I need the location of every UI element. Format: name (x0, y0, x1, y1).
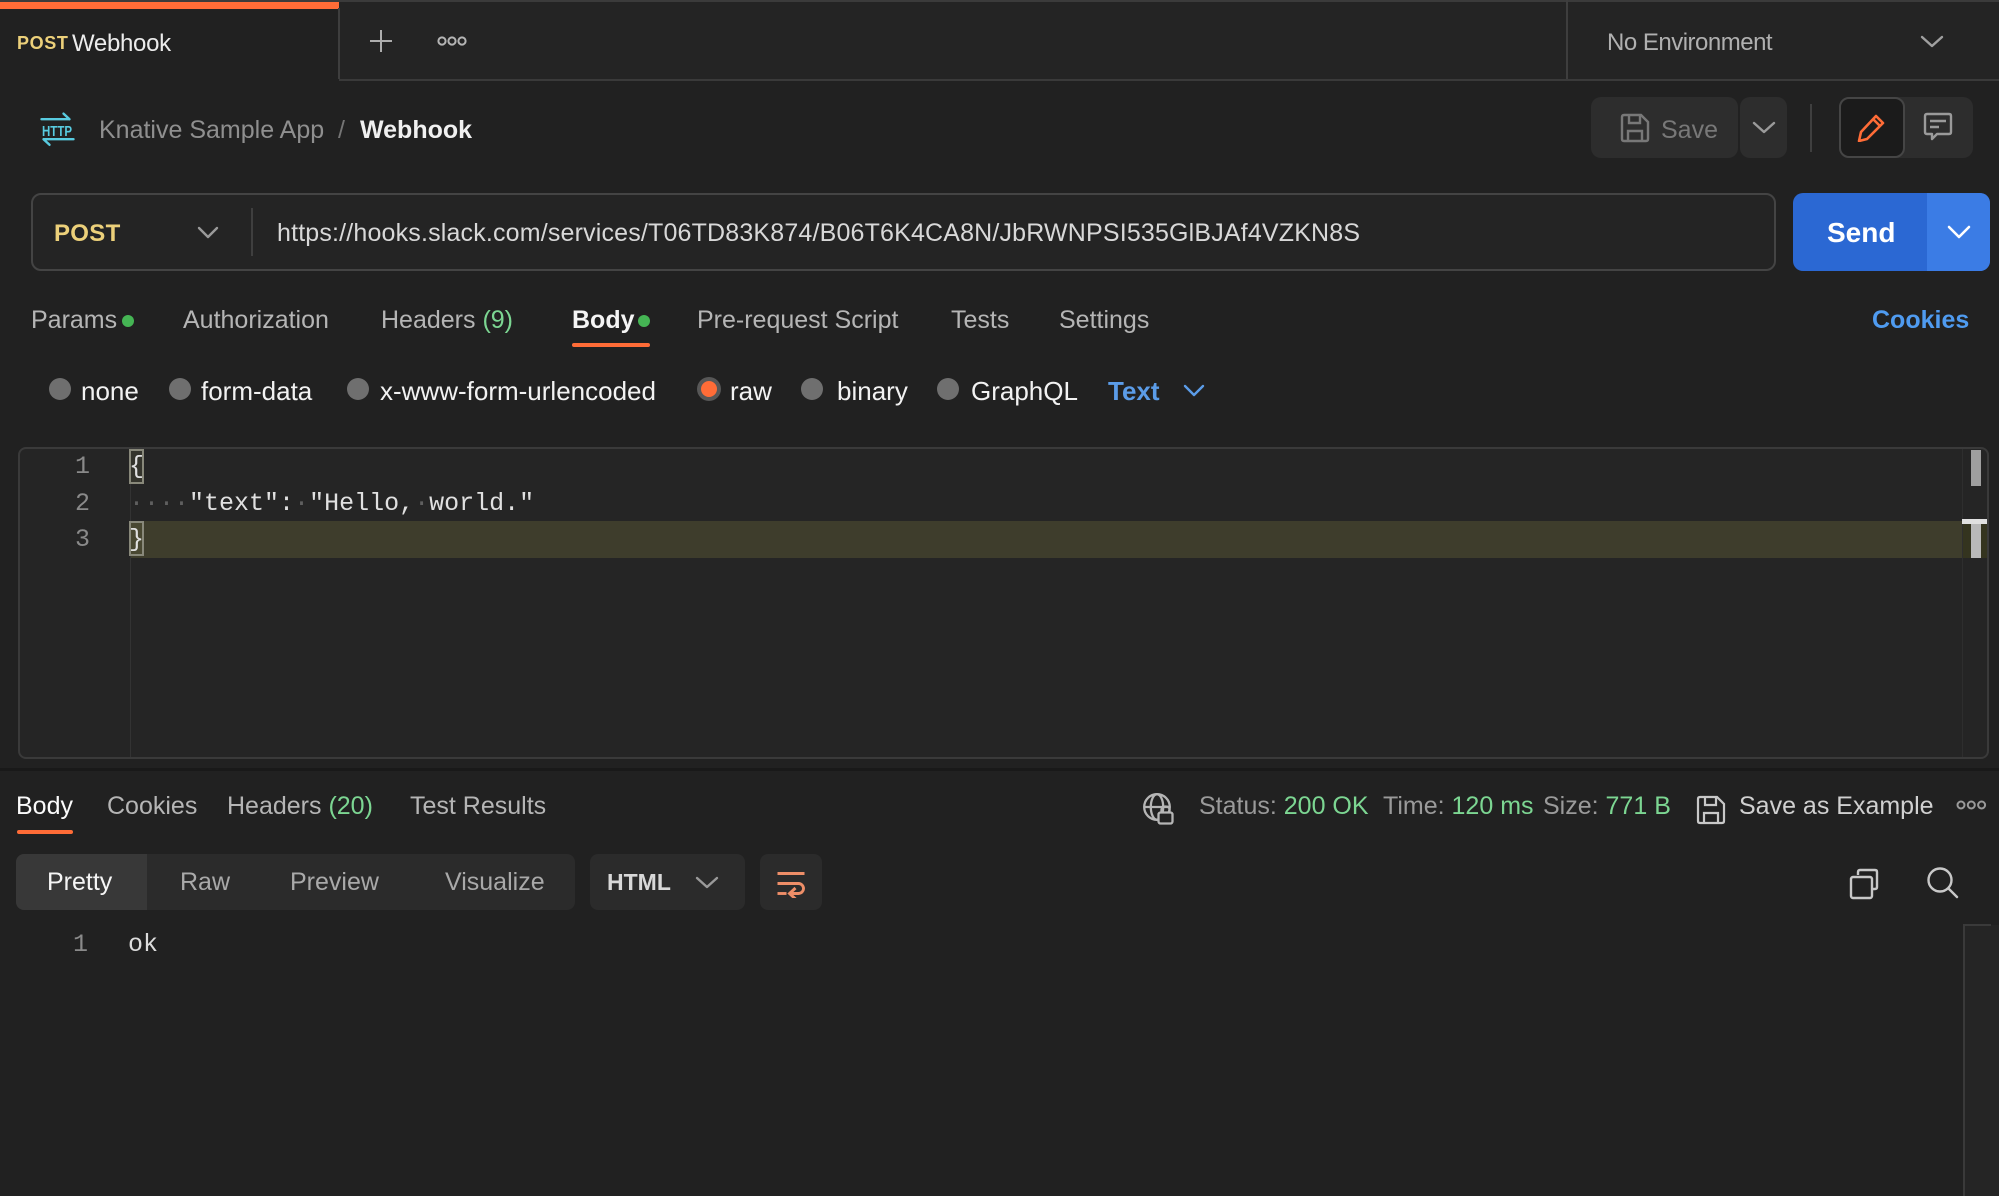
svg-text:HTTP: HTTP (42, 124, 72, 140)
